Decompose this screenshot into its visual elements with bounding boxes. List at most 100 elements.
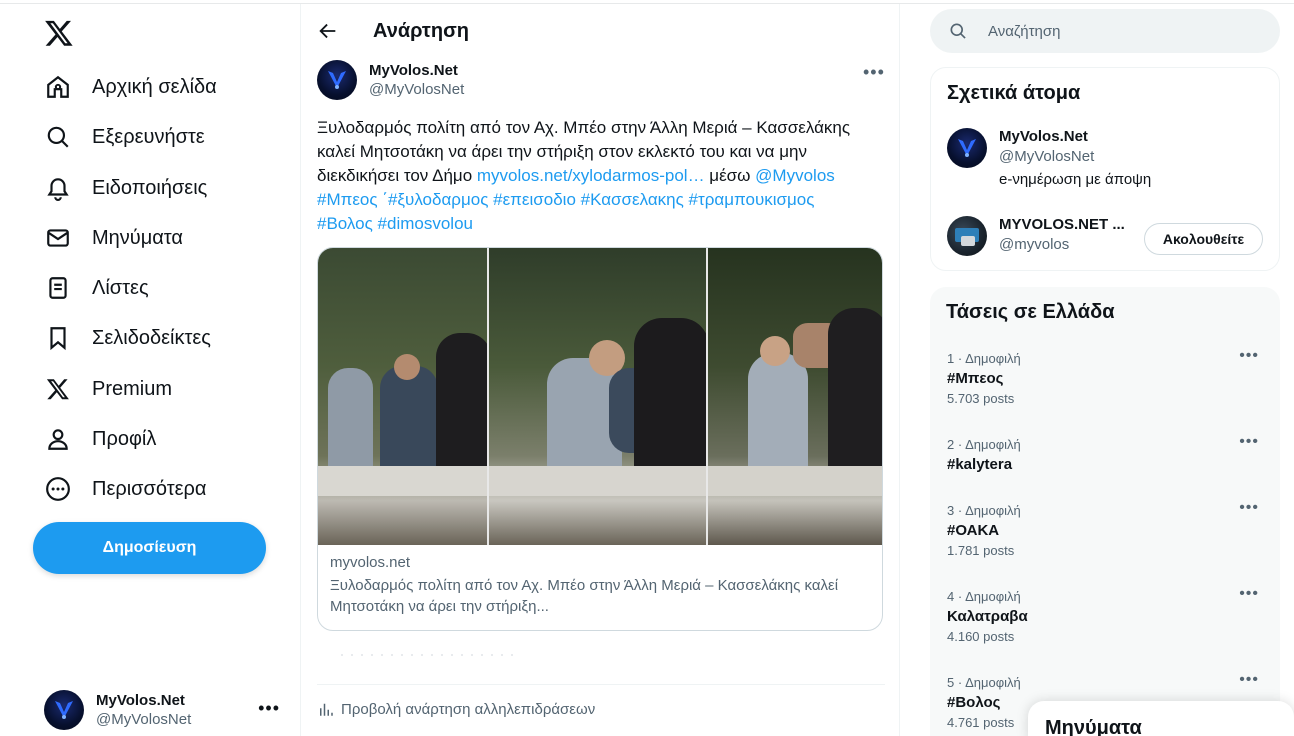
- trend-item[interactable]: 3 · Δημοφιλή #ΟΑΚΑ 1.781 posts •••: [947, 499, 1267, 558]
- nav-label: Προφίλ: [92, 427, 157, 450]
- person-handle: @myvolos: [999, 236, 1070, 253]
- person-name[interactable]: MyVolos.Net: [999, 128, 1151, 145]
- trend-meta: 2 · Δημοφιλή: [947, 437, 1021, 452]
- more-dots-icon[interactable]: •••: [258, 698, 280, 719]
- card-domain: myvolos.net: [330, 554, 411, 571]
- related-person[interactable]: MYVOLOS.NET ... @myvolos: [947, 216, 1125, 256]
- person-icon: [44, 425, 72, 453]
- search-icon: [44, 123, 72, 151]
- x-logo-icon: [44, 375, 72, 403]
- card-title-line: Μητσοτάκη να άρει την στήριξη...: [330, 598, 549, 615]
- card-footer[interactable]: myvolos.net Ξυλοδαρμός πολίτη από τον Αχ…: [330, 554, 870, 617]
- following-button[interactable]: Ακολουθείτε: [1144, 223, 1263, 255]
- post-text: Ξυλοδαρμός πολίτη από τον Αχ. Μπέο στην …: [317, 116, 877, 236]
- avatar[interactable]: [947, 216, 987, 256]
- post-text-line: Ξυλοδαρμός πολίτη από τον Αχ. Μπέο στην …: [317, 118, 851, 137]
- trend-name: #ΟΑΚΑ: [947, 522, 1000, 539]
- account-switcher[interactable]: MyVolos.Net @MyVolosNet •••: [44, 688, 284, 732]
- bookmark-icon: [44, 324, 72, 352]
- trend-name: Καλατραβα: [947, 608, 1028, 625]
- post-mention[interactable]: @Myvolos: [755, 166, 835, 185]
- more-dots-icon[interactable]: •••: [1239, 671, 1259, 689]
- nav-notifications[interactable]: Ειδοποιήσεις: [44, 168, 207, 208]
- person-bio: e-νημέρωση με άποψη: [999, 171, 1152, 188]
- search-icon: [950, 23, 966, 39]
- trend-item[interactable]: 1 · Δημοφιλή #Μπεος 5.703 posts •••: [947, 347, 1267, 406]
- more-dots-icon[interactable]: •••: [1239, 585, 1259, 603]
- nav-label: Περισσότερα: [92, 477, 207, 500]
- avatar[interactable]: [317, 60, 357, 100]
- more-dots-icon[interactable]: •••: [1239, 433, 1259, 451]
- trend-item[interactable]: 4 · Δημοφιλή Καλατραβα 4.160 posts •••: [947, 585, 1267, 644]
- video-frame: [318, 248, 489, 545]
- avatar[interactable]: [947, 128, 987, 168]
- more-circle-icon: [44, 475, 72, 503]
- analytics-icon: [320, 703, 333, 716]
- home-icon: [44, 73, 72, 101]
- trend-name: #Μπεος: [947, 370, 1004, 387]
- nav-label: Λίστες: [92, 276, 149, 299]
- main-column: Ανάρτηση MyVolos.Net @MyVolosNet ••• Ξυλ…: [300, 4, 900, 736]
- nav-profile[interactable]: Προφίλ: [44, 419, 156, 459]
- panel-title: Σχετικά άτομα: [947, 82, 1081, 104]
- divider: [317, 684, 885, 685]
- trend-count: 4.160 posts: [947, 629, 1015, 644]
- messages-drawer[interactable]: Μηνύματα: [1028, 701, 1294, 736]
- mail-icon: [44, 224, 72, 252]
- author-name[interactable]: MyVolos.Net: [369, 62, 464, 79]
- trend-name: #kalytera: [947, 456, 1013, 473]
- view-engagements-link[interactable]: Προβολή ανάρτηση αλληλεπιδράσεων: [317, 700, 595, 718]
- person-name[interactable]: MYVOLOS.NET ...: [999, 216, 1125, 233]
- engagements-label: Προβολή ανάρτηση αλληλεπιδράσεων: [341, 700, 596, 718]
- link-card[interactable]: myvolos.net Ξυλοδαρμός πολίτη από τον Αχ…: [317, 247, 883, 631]
- related-people-panel: Σχετικά άτομα MyVolos.Net @MyVolosNet e-…: [930, 67, 1280, 271]
- card-image[interactable]: [318, 248, 882, 545]
- more-dots-icon[interactable]: •••: [1239, 499, 1259, 517]
- nav-explore[interactable]: Εξερευνήστε: [44, 117, 205, 157]
- post-author[interactable]: MyVolos.Net @MyVolosNet: [317, 60, 464, 100]
- nav-home[interactable]: Αρχική σελίδα: [44, 67, 217, 107]
- panel-title: Τάσεις σε Ελλάδα: [946, 301, 1115, 323]
- x-logo-icon[interactable]: [44, 18, 74, 48]
- trend-meta: 3 · Δημοφιλή: [947, 503, 1021, 518]
- nav-lists[interactable]: Λίστες: [44, 268, 149, 308]
- post-link[interactable]: myvolos.net/xylodarmos-pol…: [477, 166, 705, 185]
- nav-more[interactable]: Περισσότερα: [44, 469, 206, 509]
- nav-label: Premium: [92, 377, 173, 400]
- more-dots-icon[interactable]: •••: [1239, 347, 1259, 365]
- divider: [341, 654, 521, 656]
- related-person[interactable]: MyVolos.Net @MyVolosNet e-νημέρωση με άπ…: [947, 128, 1151, 188]
- more-dots-icon[interactable]: •••: [863, 62, 885, 83]
- page-title: Ανάρτηση: [373, 20, 469, 42]
- post-hashtags[interactable]: #Βολος #dimosvolou: [317, 212, 877, 236]
- back-arrow-icon[interactable]: [317, 20, 339, 42]
- card-title-line: Ξυλοδαρμός πολίτη από τον Αχ. Μπέο στην …: [330, 577, 839, 594]
- post-text-via: μέσω: [704, 166, 756, 185]
- search-input[interactable]: [988, 22, 1248, 40]
- trend-count: 5.703 posts: [947, 391, 1015, 406]
- account-handle: @MyVolosNet: [96, 711, 192, 728]
- search-box[interactable]: [930, 9, 1280, 53]
- nav-label: Σελιδοδείκτες: [92, 326, 211, 349]
- nav-label: Εξερευνήστε: [92, 125, 205, 148]
- nav-label: Αρχική σελίδα: [92, 75, 217, 98]
- post-button[interactable]: Δημοσίευση: [33, 522, 266, 574]
- avatar: [44, 690, 84, 730]
- nav-messages[interactable]: Μηνύματα: [44, 218, 183, 258]
- nav-label: Μηνύματα: [92, 226, 183, 249]
- author-handle[interactable]: @MyVolosNet: [369, 81, 464, 98]
- nav-bookmarks[interactable]: Σελιδοδείκτες: [44, 318, 211, 358]
- post-text-line: διεκδικήσει τον Δήμο: [317, 166, 477, 185]
- video-frame: [708, 248, 882, 545]
- trend-item[interactable]: 2 · Δημοφιλή #kalytera •••: [947, 433, 1267, 477]
- nav-label: Ειδοποιήσεις: [92, 176, 208, 199]
- nav-premium[interactable]: Premium: [44, 369, 172, 409]
- post-text-line: καλεί Μητσοτάκη να άρει την στήριξη στον…: [317, 142, 807, 161]
- card-title: Ξυλοδαρμός πολίτη από τον Αχ. Μπέο στην …: [330, 575, 870, 617]
- bell-icon: [44, 174, 72, 202]
- post-hashtags[interactable]: #Μπεος ΄#ξυλοδαρμος #επεισοδιο #Κασσελακ…: [317, 188, 877, 212]
- list-icon: [44, 274, 72, 302]
- trend-count: 1.781 posts: [947, 543, 1015, 558]
- trend-meta: 1 · Δημοφιλή: [947, 351, 1021, 366]
- person-handle: @MyVolosNet: [999, 148, 1095, 165]
